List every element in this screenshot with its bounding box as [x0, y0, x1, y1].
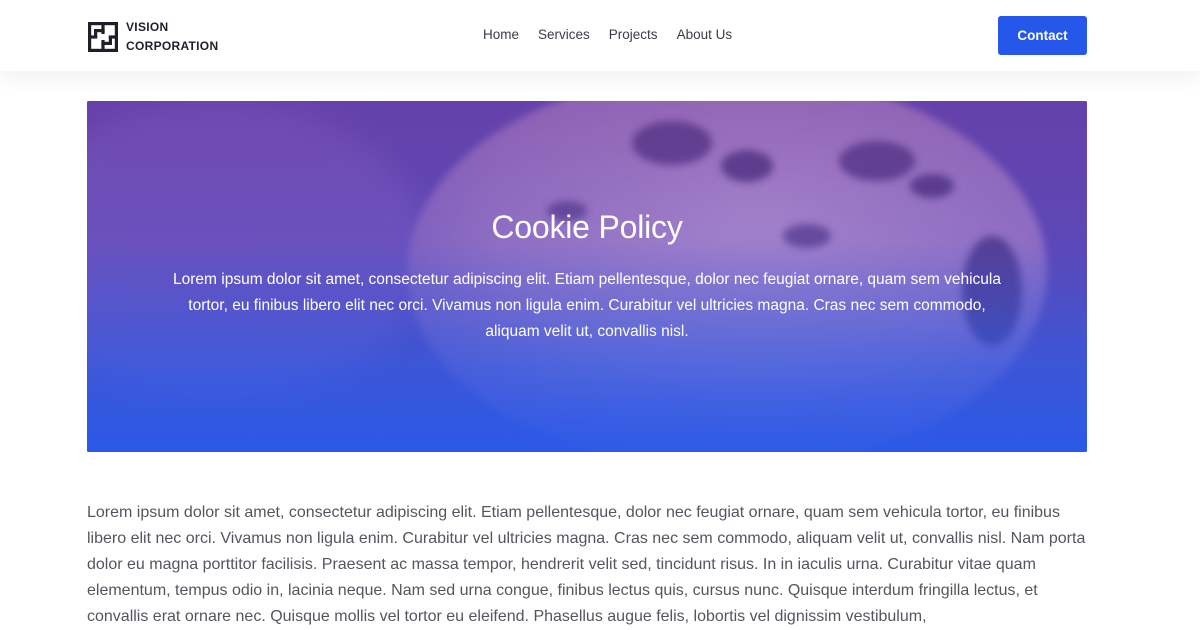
nav-projects-link[interactable]: Projects	[609, 26, 658, 44]
vision-corporation-logo-icon	[88, 22, 118, 52]
logo-line-2: CORPORATION	[126, 39, 219, 53]
policy-paragraph: Lorem ipsum dolor sit amet, consectetur …	[87, 504, 1086, 625]
page-title: Cookie Policy	[491, 209, 683, 245]
hero-description: Lorem ipsum dolor sit amet, consectetur …	[173, 271, 1001, 340]
logo-line-1: VISION	[126, 20, 169, 34]
nav-home-link[interactable]: Home	[483, 26, 519, 44]
logo-wordmark: VISION CORPORATION	[126, 18, 218, 56]
contact-button[interactable]: Contact	[998, 16, 1087, 55]
hero-banner: Cookie Policy Lorem ipsum dolor sit amet…	[87, 101, 1087, 452]
main-nav: Home Services Projects About Us	[483, 26, 732, 44]
nav-services-link[interactable]: Services	[538, 26, 590, 44]
logo-link[interactable]: VISION CORPORATION	[88, 18, 218, 56]
site-header: VISION CORPORATION Home Services Project…	[0, 0, 1200, 71]
nav-about-us-link[interactable]: About Us	[677, 26, 733, 44]
